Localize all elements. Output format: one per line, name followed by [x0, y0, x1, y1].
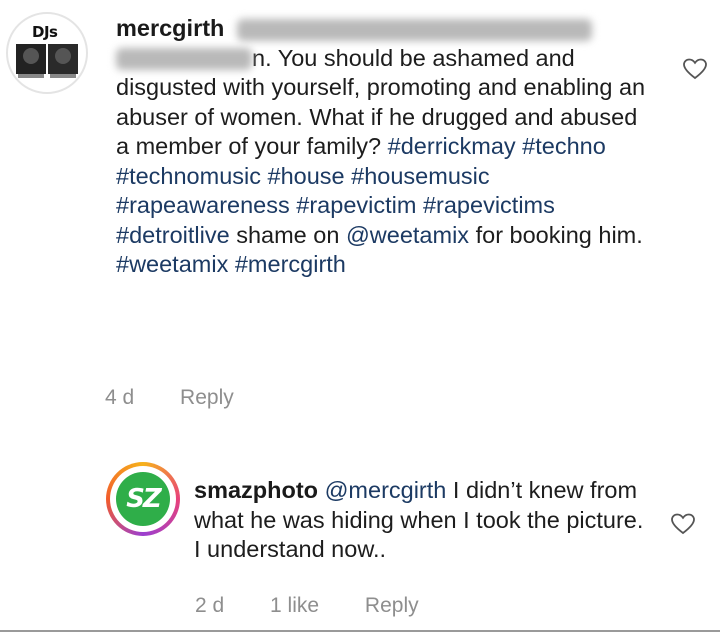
avatar-smazphoto[interactable]: SZ	[106, 462, 180, 536]
comment-time: 2 d	[195, 594, 225, 617]
comment-meta: 4 d Reply	[105, 386, 274, 410]
comment-username[interactable]: mercgirth	[116, 15, 224, 41]
hashtag[interactable]: #mercgirth	[235, 251, 346, 277]
comment-body: mercgirth n. You should be ashamed and d…	[116, 14, 656, 280]
comment-time: 4 d	[105, 386, 135, 409]
comment-text: for booking him.	[475, 221, 643, 248]
avatar-artwork	[16, 44, 78, 78]
avatar-logo: SZ	[116, 472, 170, 526]
comment-text: shame	[236, 221, 307, 248]
reply-button[interactable]: Reply	[180, 386, 234, 409]
heart-outline-icon[interactable]	[671, 513, 695, 535]
comment-text: on	[313, 221, 340, 248]
mention-link[interactable]: @mercgirth	[325, 477, 447, 503]
comment-username[interactable]: smazphoto	[194, 477, 318, 503]
mention-link[interactable]: @weetamix	[346, 222, 469, 248]
comment-mercgirth: DJs mercgirth n. You should be ashamed a…	[0, 0, 720, 420]
like-count[interactable]: 1 like	[270, 594, 319, 617]
reply-body: smazphoto @mercgirth I didn’t knew from …	[194, 476, 644, 565]
hashtag[interactable]: #weetamix	[116, 251, 228, 277]
bottom-divider	[0, 630, 720, 632]
heart-outline-icon[interactable]	[683, 58, 707, 80]
avatar-mercgirth[interactable]: DJs	[6, 12, 88, 94]
redacted-text	[116, 48, 252, 71]
reply-meta: 2 d 1 like Reply	[195, 594, 459, 618]
redacted-text	[236, 18, 592, 41]
reply-button[interactable]: Reply	[365, 594, 419, 617]
avatar-ring-gap: SZ	[110, 466, 176, 532]
